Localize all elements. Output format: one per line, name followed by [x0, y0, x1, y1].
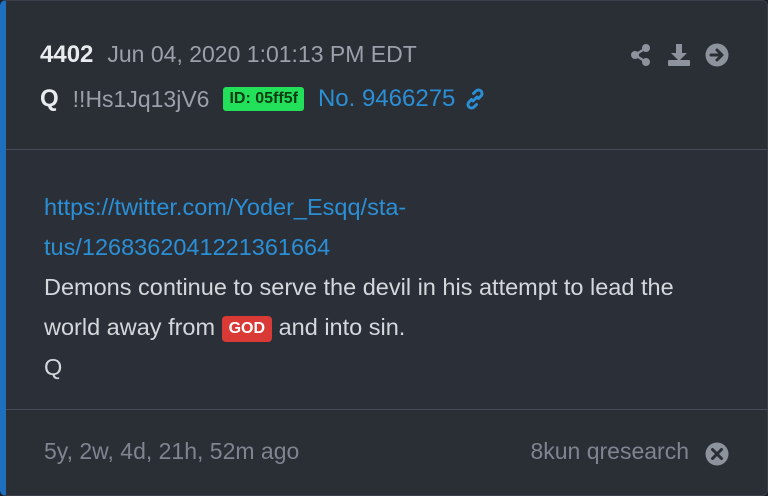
post-author-row: Q !!Hs1Jq13jV6 ID: 05ff5f No. 9466275	[40, 83, 487, 115]
post-footer: 5y, 2w, 4d, 21h, 52m ago 8kun qresearch	[6, 409, 767, 495]
tweet-link[interactable]: https://twitter.com/Yoder_Esqq/sta- tus/…	[44, 187, 737, 267]
post-text-after-highlight: and into sin.	[278, 314, 406, 340]
post-card: 4402 Jun 04, 2020 1:01:13 PM EDT Q !!Hs1…	[0, 0, 768, 496]
author-name: Q	[40, 85, 59, 112]
download-icon[interactable]	[667, 43, 691, 67]
share-icon[interactable]	[629, 43, 653, 67]
post-header: 4402 Jun 04, 2020 1:01:13 PM EDT Q !!Hs1…	[6, 1, 767, 150]
close-circle-icon[interactable]	[705, 442, 729, 466]
post-signature: Q	[44, 354, 63, 380]
post-actions	[629, 43, 729, 67]
post-body: https://twitter.com/Yoder_Esqq/sta- tus/…	[44, 187, 737, 387]
post-date: Jun 04, 2020 1:01:13 PM EDT	[107, 41, 417, 67]
post-age: 5y, 2w, 4d, 21h, 52m ago	[44, 438, 300, 464]
post-number: 4402	[40, 41, 94, 68]
board-name: 8kun qresearch	[530, 438, 689, 464]
arrow-right-circle-icon[interactable]	[705, 43, 729, 67]
post-meta-row: 4402 Jun 04, 2020 1:01:13 PM EDT	[40, 41, 417, 73]
post-text-before-highlight: world away from	[44, 314, 216, 340]
post-text-line2: world away from GOD and into sin.	[44, 307, 737, 347]
tripcode: !!Hs1Jq13jV6	[72, 85, 210, 112]
highlight-badge: GOD	[221, 316, 273, 342]
tweet-link-line1[interactable]: https://twitter.com/Yoder_Esqq/sta-	[44, 194, 406, 220]
post-number-link[interactable]: No. 9466275	[318, 85, 455, 113]
tweet-link-line2[interactable]: tus/1268362041221361664	[44, 234, 330, 260]
post-text-line1: Demons continue to serve the devil in hi…	[44, 274, 674, 300]
id-badge: ID: 05ff5f	[223, 87, 304, 111]
link-icon[interactable]	[463, 87, 487, 111]
